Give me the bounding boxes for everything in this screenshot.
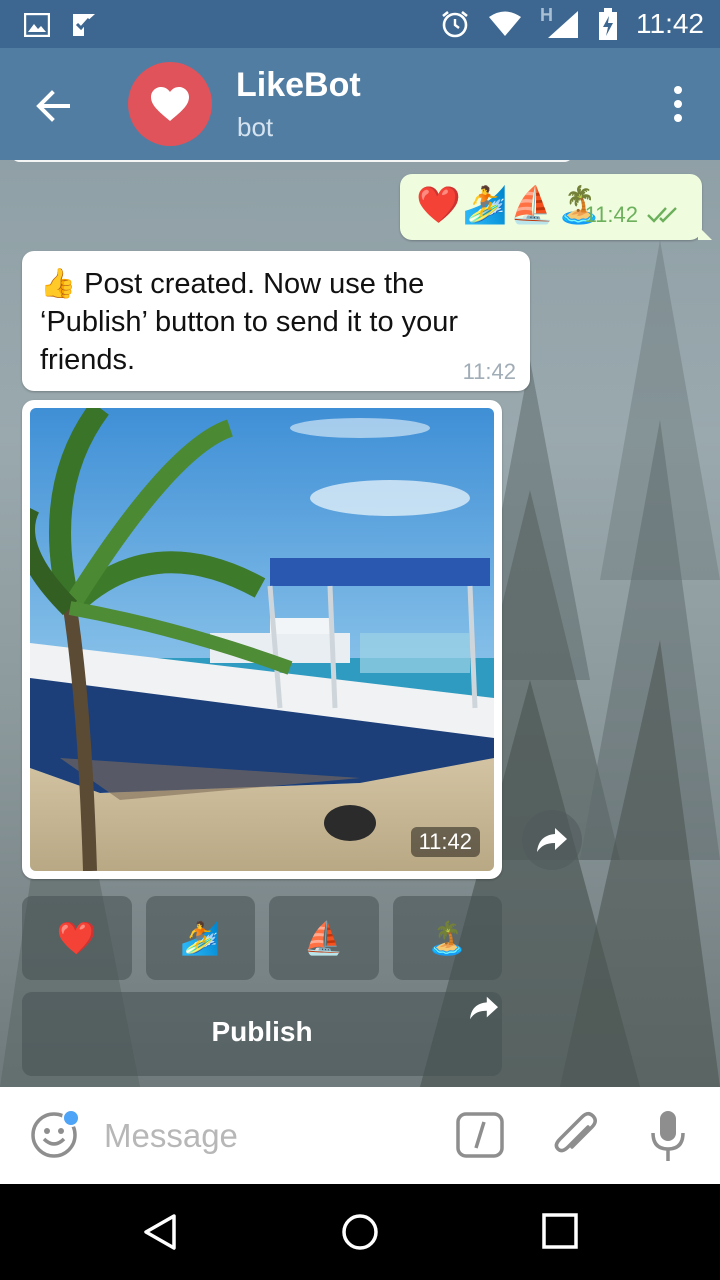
avatar[interactable]	[128, 62, 212, 146]
publish-label: Publish	[211, 1016, 313, 1047]
more-menu-icon[interactable]	[672, 86, 684, 122]
previous-message-edge	[10, 160, 574, 162]
check-flag-icon	[73, 14, 95, 36]
image-icon	[24, 13, 50, 37]
incoming-text: Post created. Now use the ‘Publish’ butt…	[40, 268, 459, 376]
emoji-sailboat: ⛵	[509, 185, 555, 226]
system-nav-bar	[0, 1184, 720, 1280]
home-circle-icon[interactable]	[340, 1212, 380, 1252]
inline-keyboard-row: ❤️ 🏄 ⛵ 🏝️	[22, 896, 502, 980]
chat-title[interactable]: LikeBot	[236, 66, 361, 105]
emoji-notification-dot	[62, 1109, 80, 1127]
status-bar: H 11:42	[0, 0, 720, 48]
incoming-message[interactable]: 👍 Post created. Now use the ‘Publish’ bu…	[22, 251, 530, 391]
boat-photo[interactable]: 11:42	[30, 408, 494, 871]
island-reaction-button[interactable]: 🏝️	[392, 896, 502, 980]
surfer-reaction-button[interactable]: 🏄	[145, 896, 255, 980]
back-triangle-icon[interactable]	[140, 1212, 180, 1252]
double-check-icon	[647, 207, 677, 223]
attach-icon[interactable]	[550, 1109, 600, 1161]
message-input-bar	[0, 1087, 720, 1184]
outgoing-emojis: ❤️ 🏄 ⛵ 🏝️	[416, 184, 601, 228]
sailboat-reaction-button[interactable]: ⛵	[269, 896, 379, 980]
publish-button[interactable]: Publish	[22, 992, 502, 1076]
incoming-time: 11:42	[462, 359, 516, 384]
signal-icon: H	[540, 5, 580, 39]
wifi-icon	[489, 11, 521, 36]
battery-charging-icon	[599, 8, 617, 40]
recents-square-icon[interactable]	[541, 1212, 579, 1250]
outgoing-time: 11:42	[584, 202, 638, 227]
status-time: 11:42	[636, 8, 704, 39]
thumbs-up-emoji: 👍	[40, 268, 77, 300]
back-arrow-icon[interactable]	[30, 82, 78, 130]
chat-area[interactable]: ❤️ 🏄 ⛵ 🏝️ 11:42 👍 Post created. Now use …	[0, 160, 720, 1087]
heart-icon	[151, 87, 189, 121]
share-button[interactable]	[522, 810, 582, 870]
emoji-surfer: 🏄	[462, 185, 508, 226]
chat-header: LikeBot bot	[0, 48, 720, 160]
photo-time: 11:42	[410, 827, 480, 857]
chat-subtitle: bot	[237, 112, 274, 142]
outgoing-message[interactable]: ❤️ 🏄 ⛵ 🏝️ 11:42	[400, 174, 712, 240]
alarm-icon	[442, 10, 468, 38]
bot-command-icon[interactable]	[456, 1112, 504, 1158]
photo-message[interactable]: 11:42	[22, 400, 502, 879]
message-input[interactable]	[104, 1111, 434, 1161]
heart-reaction-button[interactable]: ❤️	[22, 896, 132, 980]
emoji-heart: ❤️	[416, 185, 461, 226]
mic-icon[interactable]	[648, 1109, 688, 1163]
share-arrow-icon	[537, 828, 567, 852]
